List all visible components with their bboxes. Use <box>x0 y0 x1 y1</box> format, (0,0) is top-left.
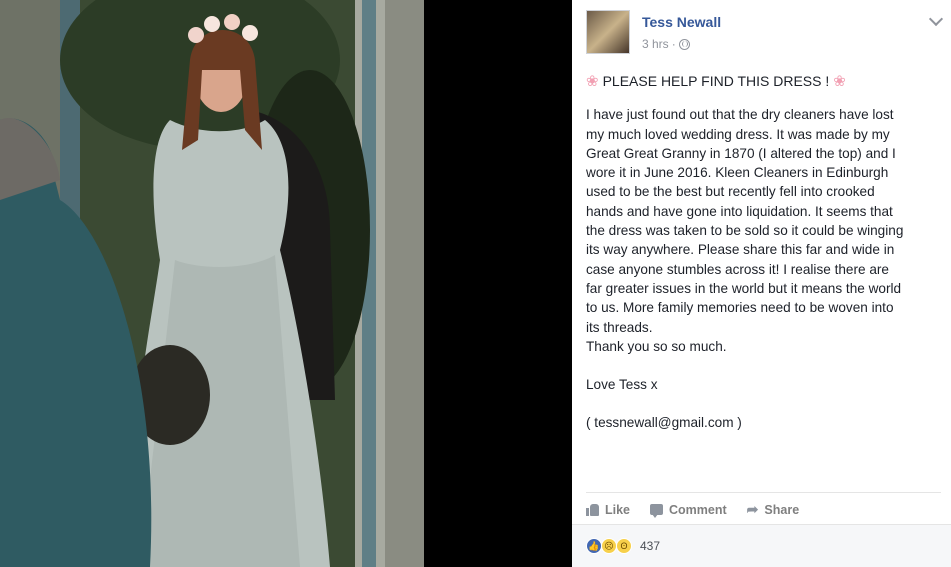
post-time[interactable]: 3 hrs <box>642 37 669 51</box>
body-line: its threads. <box>586 319 653 335</box>
chevron-down-icon[interactable] <box>928 11 944 27</box>
cherry-blossom-icon: ❀ <box>586 73 599 91</box>
share-button[interactable]: ➦ Share <box>747 497 799 518</box>
signoff: Love Tess x <box>586 377 658 393</box>
meta-separator: · <box>671 37 676 51</box>
body-line: I have just found out that the dry clean… <box>586 107 894 123</box>
wedding-photo-illustration <box>0 0 424 567</box>
body-line: Thank you so so much. <box>586 338 727 354</box>
like-label: Like <box>605 502 631 517</box>
facebook-post: Tess Newall 3 hrs · ❀ PLEASE HELP FIND T… <box>572 0 951 567</box>
body-line: to us. More family memories need to be w… <box>586 300 894 316</box>
body-line: case anyone stumbles across it! I realis… <box>586 261 889 277</box>
sad-reaction-icon: ☹ <box>601 538 617 554</box>
post-header: Tess Newall 3 hrs · <box>586 10 944 56</box>
post-actions: Like Comment ➦ Share <box>586 492 941 522</box>
photo-letterbox <box>424 0 572 567</box>
body-line: wore it in June 2016. Kleen Cleaners in … <box>586 165 889 181</box>
post-text: ❀ PLEASE HELP FIND THIS DRESS ! ❀ I have… <box>586 72 941 433</box>
author-name[interactable]: Tess Newall <box>642 14 721 30</box>
body-line: my much loved wedding dress. It was made… <box>586 126 890 142</box>
share-label: Share <box>764 502 800 517</box>
comment-icon <box>650 504 664 518</box>
body-line: its way anywhere. Please share this far … <box>586 242 895 258</box>
body-line: Great Great Granny in 1870 (I altered th… <box>586 145 896 161</box>
like-reaction-icon: 👍 <box>586 538 602 554</box>
post-headline: ❀ PLEASE HELP FIND THIS DRESS ! ❀ <box>586 72 941 91</box>
headline-text: PLEASE HELP FIND THIS DRESS ! <box>602 73 830 89</box>
wow-reaction-icon: ʘ <box>616 538 632 554</box>
comment-label: Comment <box>669 502 727 517</box>
comment-button[interactable]: Comment <box>650 499 727 518</box>
wedding-photo[interactable] <box>0 0 424 567</box>
like-button[interactable]: Like <box>586 499 630 517</box>
cherry-blossom-icon: ❀ <box>833 73 846 91</box>
globe-icon <box>678 38 690 50</box>
contact-email: ( tessnewall@gmail.com ) <box>586 415 742 431</box>
share-arrow-icon: ➦ <box>746 501 759 517</box>
body-line: used to be the best but recently fell in… <box>586 184 875 200</box>
body-paragraph: I have just found out that the dry clean… <box>586 105 941 356</box>
thumbs-up-icon <box>586 503 599 516</box>
post-meta: 3 hrs · <box>642 37 690 51</box>
body-line: far greater issues in the world but it m… <box>586 280 902 296</box>
body-line: hands and have gone into liquidation. It… <box>586 203 893 219</box>
reactions-bar[interactable]: 👍 ☹ ʘ 437 <box>572 524 951 567</box>
reaction-count[interactable]: 437 <box>640 539 660 553</box>
author-avatar[interactable] <box>586 10 630 54</box>
body-line: the dress was taken to be sold so it cou… <box>586 223 904 239</box>
